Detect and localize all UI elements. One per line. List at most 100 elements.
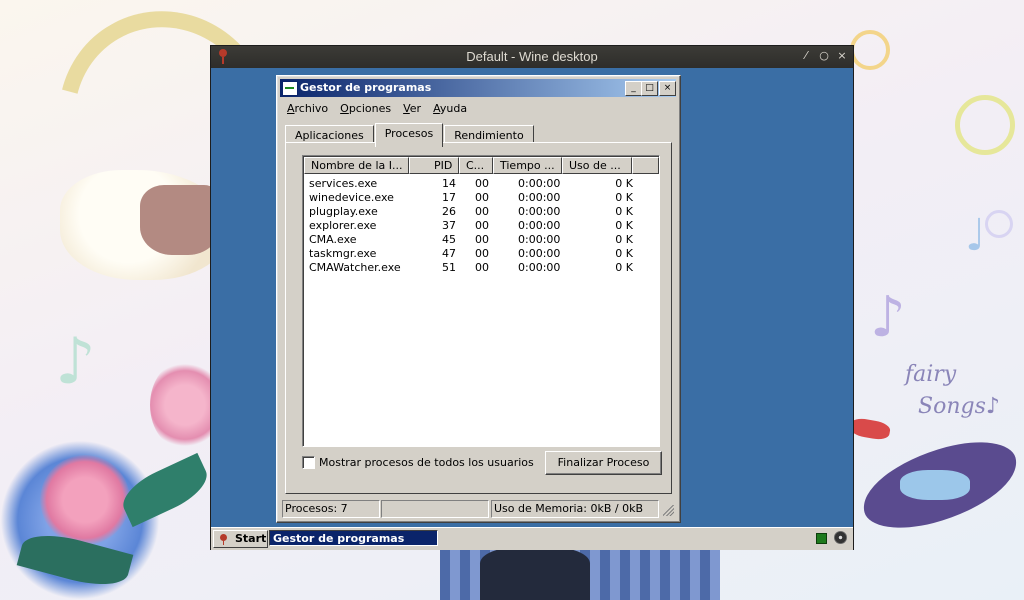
- wallpaper-ring: [955, 95, 1015, 155]
- start-label: Start: [235, 532, 267, 545]
- wallpaper-note-icon-2: ♪: [870, 285, 906, 350]
- status-cpu-usage: [381, 500, 489, 518]
- show-all-processes-checkbox[interactable]: [302, 456, 315, 469]
- process-memory: 0 K: [615, 261, 633, 274]
- menu-opciones-mnemonic: O: [340, 102, 349, 115]
- wallpaper-flower-pink-2: [150, 360, 220, 450]
- process-time: 0:00:00: [518, 191, 561, 204]
- menu-ayuda-mnemonic: A: [433, 102, 440, 115]
- wallpaper-text-line2: Songs♪: [918, 394, 1000, 419]
- status-memory-usage: Uso de Memoria: 0kB / 0kB: [491, 500, 659, 518]
- wine-resize-button[interactable]: ⁄: [799, 49, 813, 63]
- process-name: CMAWatcher.exe: [309, 261, 401, 274]
- task-manager-title: Gestor de programas: [300, 81, 432, 94]
- process-memory: 0 K: [615, 219, 633, 232]
- table-row[interactable]: services.exe 14 00 0:00:00 0 K: [309, 177, 649, 191]
- minimize-button[interactable]: _: [625, 81, 642, 96]
- process-cpu: 00: [475, 205, 489, 218]
- table-row[interactable]: CMA.exe 45 00 0:00:00 0 K: [309, 233, 649, 247]
- menu-opciones[interactable]: Opciones: [334, 100, 397, 117]
- process-memory: 0 K: [615, 205, 633, 218]
- table-row[interactable]: plugplay.exe 26 00 0:00:00 0 K: [309, 205, 649, 219]
- tray-disc-icon[interactable]: [834, 531, 847, 544]
- process-pid: 47: [442, 247, 456, 260]
- process-list[interactable]: Nombre de la I... PID C... Tiempo ... Us…: [302, 155, 660, 447]
- process-cpu: 00: [475, 191, 489, 204]
- process-pid: 51: [442, 261, 456, 274]
- column-header-cpu[interactable]: C...: [459, 157, 493, 174]
- process-memory: 0 K: [615, 177, 633, 190]
- taskbar: Start Gestor de programas: [211, 527, 853, 550]
- wallpaper-note-icon: ♪: [55, 325, 96, 399]
- wallpaper-note-icon-3: ♩: [965, 210, 986, 261]
- tray-status-icon[interactable]: [816, 533, 827, 544]
- wine-desktop-window: Default - Wine desktop ⁄ ○ × Gestor de p…: [211, 46, 853, 550]
- wine-window-title: Default - Wine desktop: [466, 49, 598, 64]
- process-name: plugplay.exe: [309, 205, 378, 218]
- column-header-name[interactable]: Nombre de la I...: [304, 157, 409, 174]
- menu-ver[interactable]: Ver: [397, 100, 427, 117]
- menu-ayuda[interactable]: Ayuda: [427, 100, 473, 117]
- wallpaper-dark-shape: [480, 548, 590, 600]
- table-row[interactable]: CMAWatcher.exe 51 00 0:00:00 0 K: [309, 261, 649, 275]
- task-manager-window: Gestor de programas _ □ × Archivo Opcion…: [276, 75, 681, 523]
- process-cpu: 00: [475, 177, 489, 190]
- process-name: winedevice.exe: [309, 191, 394, 204]
- wallpaper-ribbon-shape: [900, 470, 970, 500]
- wine-maximize-button[interactable]: ○: [817, 49, 831, 63]
- maximize-button[interactable]: □: [641, 81, 658, 96]
- wine-glass-icon: [220, 534, 227, 545]
- show-all-processes-label[interactable]: Mostrar procesos de todos los usuarios: [319, 456, 534, 469]
- column-header-pid[interactable]: PID: [409, 157, 459, 174]
- wallpaper-text-line1: fairy: [905, 362, 957, 387]
- process-memory: 0 K: [615, 247, 633, 260]
- process-name: taskmgr.exe: [309, 247, 377, 260]
- resize-grip-icon[interactable]: [663, 505, 674, 516]
- wine-titlebar[interactable]: Default - Wine desktop ⁄ ○ ×: [211, 46, 853, 68]
- process-pid: 17: [442, 191, 456, 204]
- process-cpu: 00: [475, 261, 489, 274]
- status-bar: Procesos: 7 Uso de Memoria: 0kB / 0kB: [280, 500, 676, 518]
- process-name: explorer.exe: [309, 219, 377, 232]
- process-cpu: 00: [475, 219, 489, 232]
- wine-close-button[interactable]: ×: [835, 49, 849, 63]
- table-row[interactable]: taskmgr.exe 47 00 0:00:00 0 K: [309, 247, 649, 261]
- end-process-button[interactable]: Finalizar Proceso: [545, 451, 662, 475]
- process-pid: 14: [442, 177, 456, 190]
- column-header-time[interactable]: Tiempo ...: [493, 157, 562, 174]
- status-process-count: Procesos: 7: [282, 500, 380, 518]
- wallpaper-hat-shape: [140, 185, 220, 255]
- close-button[interactable]: ×: [659, 81, 676, 96]
- process-pid: 45: [442, 233, 456, 246]
- tab-strip: Aplicaciones Procesos Rendimiento: [285, 123, 535, 147]
- process-time: 0:00:00: [518, 205, 561, 218]
- wallpaper-flower-pink: [40, 455, 130, 545]
- process-cpu: 00: [475, 233, 489, 246]
- process-memory: 0 K: [615, 191, 633, 204]
- process-name: CMA.exe: [309, 233, 357, 246]
- process-time: 0:00:00: [518, 219, 561, 232]
- process-cpu: 00: [475, 247, 489, 260]
- menu-ver-mnemonic: V: [403, 102, 410, 115]
- process-time: 0:00:00: [518, 233, 561, 246]
- wallpaper-ring-2: [850, 30, 890, 70]
- table-row[interactable]: explorer.exe 37 00 0:00:00 0 K: [309, 219, 649, 233]
- tab-procesos[interactable]: Procesos: [374, 123, 444, 147]
- task-manager-titlebar[interactable]: Gestor de programas _ □ ×: [280, 79, 676, 97]
- column-header-filler: [632, 157, 659, 174]
- column-header-memory[interactable]: Uso de ...: [562, 157, 632, 174]
- menu-archivo-mnemonic: A: [287, 102, 295, 115]
- table-row[interactable]: winedevice.exe 17 00 0:00:00 0 K: [309, 191, 649, 205]
- menu-archivo[interactable]: Archivo: [281, 100, 334, 117]
- start-button[interactable]: Start: [213, 530, 268, 548]
- menu-archivo-rest: rchivo: [294, 102, 329, 115]
- process-time: 0:00:00: [518, 247, 561, 260]
- menu-bar: Archivo Opciones Ver Ayuda: [281, 100, 473, 118]
- process-list-header: Nombre de la I... PID C... Tiempo ... Us…: [304, 157, 659, 174]
- process-pid: 37: [442, 219, 456, 232]
- wallpaper-ring-3: [985, 210, 1013, 238]
- processes-panel: Nombre de la I... PID C... Tiempo ... Us…: [285, 142, 672, 494]
- taskbar-item-gestor-de-programas[interactable]: Gestor de programas: [269, 530, 438, 546]
- process-name: services.exe: [309, 177, 378, 190]
- process-time: 0:00:00: [518, 177, 561, 190]
